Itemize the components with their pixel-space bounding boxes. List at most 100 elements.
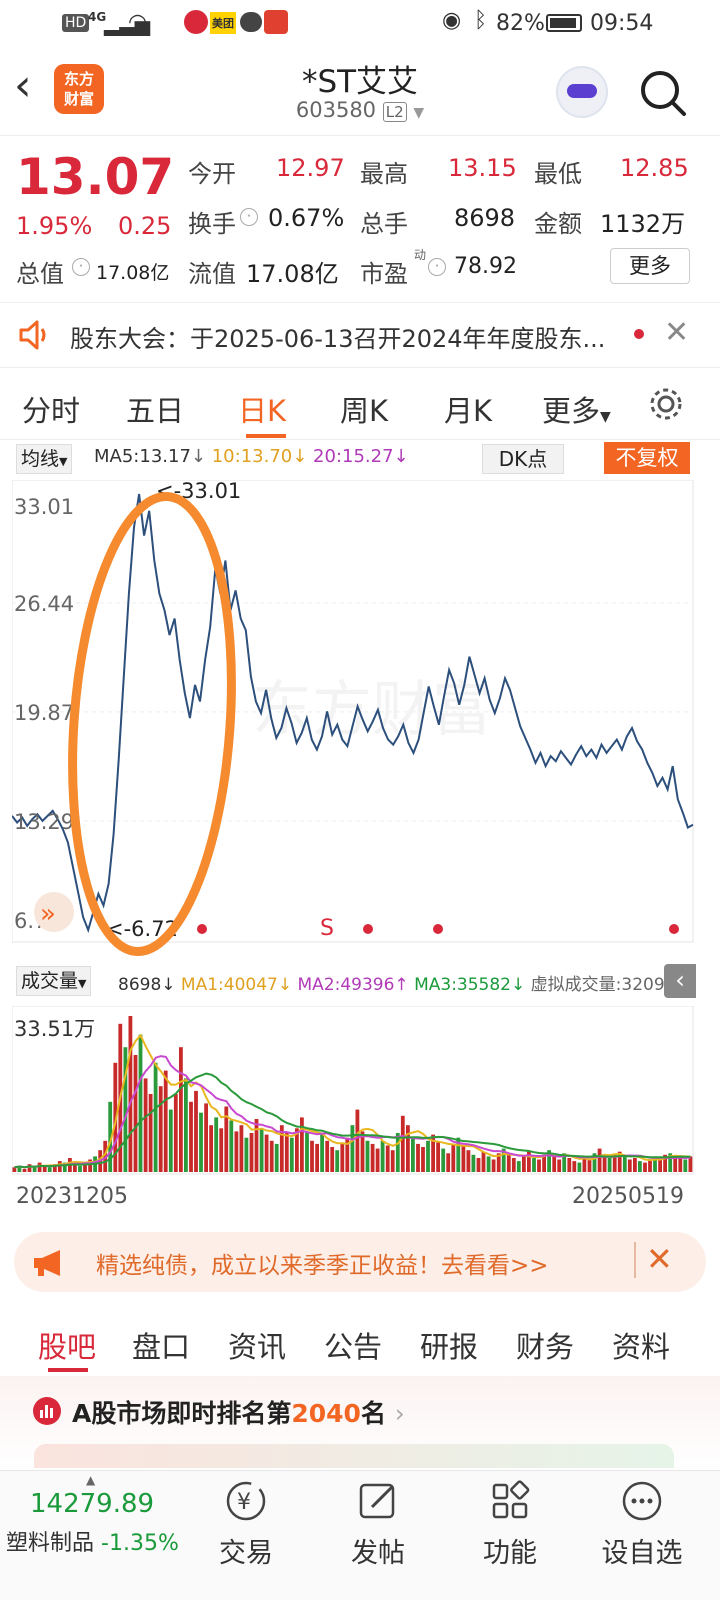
volume-bar — [638, 1161, 642, 1172]
brand-line-1: 东方 — [63, 70, 94, 88]
volume-bar — [466, 1150, 471, 1172]
rank-bar — [34, 1444, 674, 1468]
tab-week-k[interactable]: 周K — [340, 388, 388, 430]
pe-superscript: 动 — [414, 248, 427, 262]
volume-bar — [380, 1140, 385, 1172]
k-line-chart[interactable]: 东方财富 33.0126.4419.8713.296.72 <-33.01 <-… — [12, 480, 708, 960]
back-icon[interactable]: ‹ — [14, 64, 32, 108]
down-arrow-icon: ↓ — [277, 975, 293, 995]
tab-five-day[interactable]: 五日 — [126, 388, 184, 430]
signal-dot[interactable] — [669, 924, 679, 934]
tab-month-k[interactable]: 月K — [444, 388, 492, 430]
volume-bar — [199, 1112, 203, 1172]
unread-dot — [634, 329, 644, 339]
y-tick-label: 26.44 — [14, 592, 74, 616]
date-axis: 20231205 20250519 — [0, 1176, 720, 1216]
chevron-right-icon: › — [394, 1399, 405, 1428]
volume-bar — [643, 1162, 647, 1172]
volume-bar — [552, 1156, 557, 1172]
volume-bar — [516, 1161, 521, 1172]
market-rank-card[interactable]: A股市场即时排名第2040名 › — [0, 1376, 720, 1472]
ma-select[interactable]: 均线▼ — [16, 444, 73, 474]
volume-bar — [57, 1161, 62, 1172]
caret-down-icon: ▼ — [78, 977, 87, 990]
volume-select[interactable]: 成交量▼ — [16, 966, 92, 996]
volume-bar — [284, 1133, 289, 1172]
info-icon[interactable]: · — [72, 258, 90, 276]
volume-bar — [511, 1158, 516, 1172]
tab-announcement[interactable]: 公告 — [324, 1324, 382, 1366]
vol-ma2: MA2:49396 — [297, 975, 395, 995]
volume-bar — [163, 1070, 168, 1172]
volume-bar — [602, 1156, 607, 1172]
more-quote-button[interactable]: 更多 — [610, 248, 690, 284]
amount-value: 1132万 — [600, 210, 686, 238]
volume-y-tick: 33.51万 — [14, 1017, 95, 1041]
volume-bar — [350, 1125, 355, 1172]
divider — [634, 1242, 636, 1278]
volume-bar — [411, 1137, 415, 1172]
volume-bar — [320, 1134, 324, 1172]
tab-minute[interactable]: 分时 — [22, 388, 80, 430]
index-name: 塑料制品 — [6, 1531, 95, 1556]
tab-finance[interactable]: 财务 — [516, 1324, 574, 1366]
speaker-icon — [19, 320, 46, 350]
nav-post[interactable]: 发帖 — [318, 1479, 438, 1570]
close-icon[interactable]: ✕ — [646, 1240, 673, 1278]
turnover-value: 0.67% — [268, 204, 345, 232]
tab-research[interactable]: 研报 — [420, 1324, 478, 1366]
volume-value: 8698 — [118, 975, 162, 995]
volume-bar — [168, 1109, 173, 1172]
start-date: 20231205 — [16, 1184, 128, 1209]
app-notify-icon — [184, 10, 208, 34]
volume-bar — [234, 1131, 239, 1172]
signal-dot[interactable] — [363, 924, 373, 934]
volume-chart[interactable]: 33.51万 — [12, 1006, 708, 1176]
volume-bar — [451, 1143, 456, 1172]
nav-function[interactable]: 功能 — [450, 1479, 570, 1570]
collapse-panel-icon[interactable]: ‹ — [664, 964, 696, 998]
turnover-label: 换手 — [188, 210, 236, 238]
adjust-button[interactable]: 不复权 — [604, 442, 690, 474]
volume-bar — [633, 1158, 637, 1172]
tab-profile[interactable]: 资料 — [612, 1324, 670, 1366]
nav-add-watchlist[interactable]: 设自选 — [582, 1479, 702, 1570]
chevron-down-icon[interactable]: ▼ — [413, 105, 424, 121]
notice-bar[interactable]: 股东大会：于2025-06-13召开2024年年度股东... ✕ — [0, 302, 720, 368]
close-icon[interactable]: ✕ — [664, 315, 689, 350]
nav-watch-label: 设自选 — [601, 1538, 683, 1569]
bar-chart-icon — [33, 1397, 61, 1425]
down-arrow-icon: ↓ — [511, 975, 526, 995]
tab-more[interactable]: 更多▼ — [542, 388, 611, 430]
volume-bar — [385, 1145, 390, 1172]
search-icon[interactable] — [638, 68, 688, 118]
y-tick-label: 19.87 — [14, 701, 74, 725]
volume-bar — [274, 1143, 279, 1172]
ma5-value: MA5:13.17 — [94, 446, 191, 467]
index-widget[interactable]: ▲ 14279.89 塑料制品 -1.35% — [0, 1471, 190, 1591]
tab-pankou[interactable]: 盘口 — [132, 1324, 190, 1366]
settings-gear-icon[interactable] — [648, 386, 684, 422]
tab-day-k[interactable]: 日K — [238, 388, 286, 430]
sell-signal[interactable]: S — [320, 916, 334, 941]
bluetooth-icon: ᛒ — [474, 8, 488, 33]
nav-trade[interactable]: ¥ 交易 — [186, 1479, 306, 1570]
tab-guba[interactable]: 股吧 — [38, 1324, 96, 1366]
dk-point-button[interactable]: DK点 — [482, 444, 564, 474]
low-value: 12.85 — [620, 154, 689, 182]
float-cap-label: 流值 — [188, 260, 236, 288]
info-icon[interactable]: · — [428, 258, 446, 276]
total-cap-value: 17.08亿 — [96, 262, 170, 284]
volume-bar — [219, 1128, 224, 1172]
caret-down-icon: ▼ — [59, 455, 68, 468]
tab-news[interactable]: 资讯 — [228, 1324, 286, 1366]
pe-label: 市盈 — [360, 260, 408, 288]
brand-logo[interactable]: 东方 财富 — [54, 64, 104, 114]
signal-dot[interactable] — [197, 924, 207, 934]
signal-dot[interactable] — [433, 924, 443, 934]
robot-assistant-icon[interactable] — [556, 66, 608, 118]
promo-banner[interactable]: 精选纯债，成立以来季季正收益！去看看>> ✕ — [14, 1232, 706, 1292]
megaphone-icon — [34, 1250, 60, 1276]
clock: 09:54 — [590, 11, 654, 36]
info-icon[interactable]: · — [240, 208, 258, 226]
